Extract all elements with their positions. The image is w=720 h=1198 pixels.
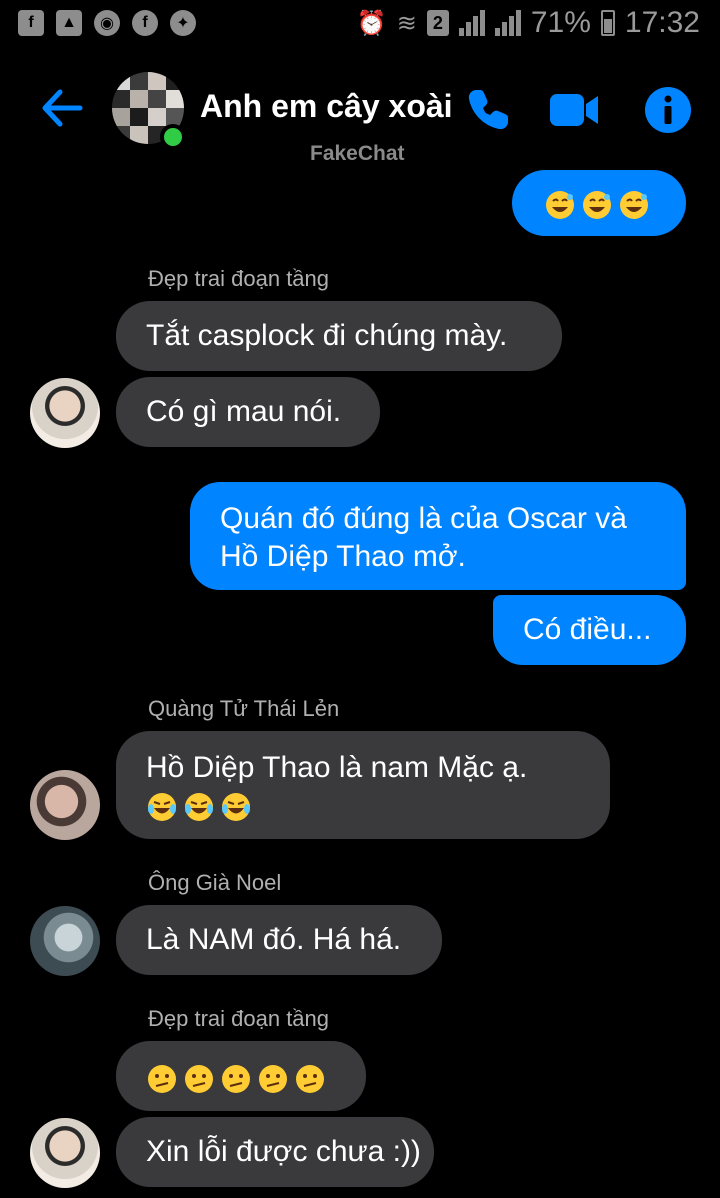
avatar[interactable] xyxy=(30,1118,100,1188)
avatar[interactable] xyxy=(30,770,100,840)
sender-name: Đẹp trai đoạn tầng xyxy=(148,266,330,291)
back-arrow-icon[interactable] xyxy=(40,86,84,130)
battery-percent: 71% xyxy=(530,6,591,39)
phone-call-icon[interactable] xyxy=(462,84,514,136)
battery-icon xyxy=(600,10,615,36)
signal-icon xyxy=(458,10,485,36)
chat-subtitle: FakeChat xyxy=(310,142,405,165)
facebook-icon: f xyxy=(132,10,158,36)
message-line: Hồ Diệp Thao là nam Mặc ạ. xyxy=(146,751,528,784)
message-line: Hồ Diệp Thao mở. xyxy=(220,540,466,573)
clock: 17:32 xyxy=(624,6,700,39)
outgoing-message[interactable]: Có điều... xyxy=(493,595,686,665)
tears-of-joy-emoji xyxy=(185,793,213,822)
grinning-sweat-emoji xyxy=(583,191,611,220)
message-line: Quán đó đúng là của Oscar và xyxy=(220,502,627,535)
online-indicator xyxy=(160,124,186,150)
incoming-message[interactable] xyxy=(116,1041,366,1111)
sender-name: Quàng Tử Thái Lẻn xyxy=(148,696,340,721)
wifi-icon: ≋ xyxy=(396,9,417,37)
messenger-icon: ✦ xyxy=(170,10,196,36)
chat-title[interactable]: Anh em cây xoài xyxy=(200,88,453,125)
system-icons: ⏰ ≋ 2 71% 17:32 xyxy=(357,6,700,40)
incoming-message[interactable]: Tắt casplock đi chúng mày. xyxy=(116,301,562,371)
gallery-icon: ▲ xyxy=(56,10,82,36)
emoji-row xyxy=(146,787,580,825)
video-call-icon[interactable] xyxy=(548,84,600,136)
avatar[interactable] xyxy=(30,378,100,448)
confused-emoji xyxy=(259,1065,287,1094)
incoming-message[interactable]: Là NAM đó. Há há. xyxy=(116,905,442,975)
alarm-icon: ⏰ xyxy=(356,9,387,37)
sender-name: Đẹp trai đoạn tầng xyxy=(148,1006,330,1031)
status-bar: f ▲ ◉ f ✦ ⏰ ≋ 2 71% 17:32 xyxy=(0,0,720,48)
outgoing-message[interactable]: Quán đó đúng là của Oscar và Hồ Diệp Tha… xyxy=(190,482,686,590)
signal-icon xyxy=(494,10,521,36)
incoming-message[interactable]: Xin lỗi được chưa :)) xyxy=(116,1117,434,1187)
notification-icons: f ▲ ◉ f ✦ xyxy=(18,10,196,36)
confused-emoji xyxy=(148,1065,176,1094)
avatar[interactable] xyxy=(30,906,100,976)
sim-icon: 2 xyxy=(426,10,449,36)
chat-header: Anh em cây xoài FakeChat xyxy=(0,60,720,170)
grinning-sweat-emoji xyxy=(620,191,648,220)
incoming-message[interactable]: Hồ Diệp Thao là nam Mặc ạ. xyxy=(116,731,610,839)
outgoing-message[interactable] xyxy=(512,170,686,236)
tears-of-joy-emoji xyxy=(148,793,176,822)
grinning-sweat-emoji xyxy=(546,191,574,220)
confused-emoji xyxy=(185,1065,213,1094)
info-icon[interactable] xyxy=(642,84,694,136)
sender-name: Ông Già Noel xyxy=(148,870,282,895)
tears-of-joy-emoji xyxy=(222,793,250,822)
confused-emoji xyxy=(296,1065,324,1094)
incoming-message[interactable]: Có gì mau nói. xyxy=(116,377,380,447)
confused-emoji xyxy=(222,1065,250,1094)
chrome-icon: ◉ xyxy=(94,10,120,36)
facebook-icon: f xyxy=(18,10,44,36)
